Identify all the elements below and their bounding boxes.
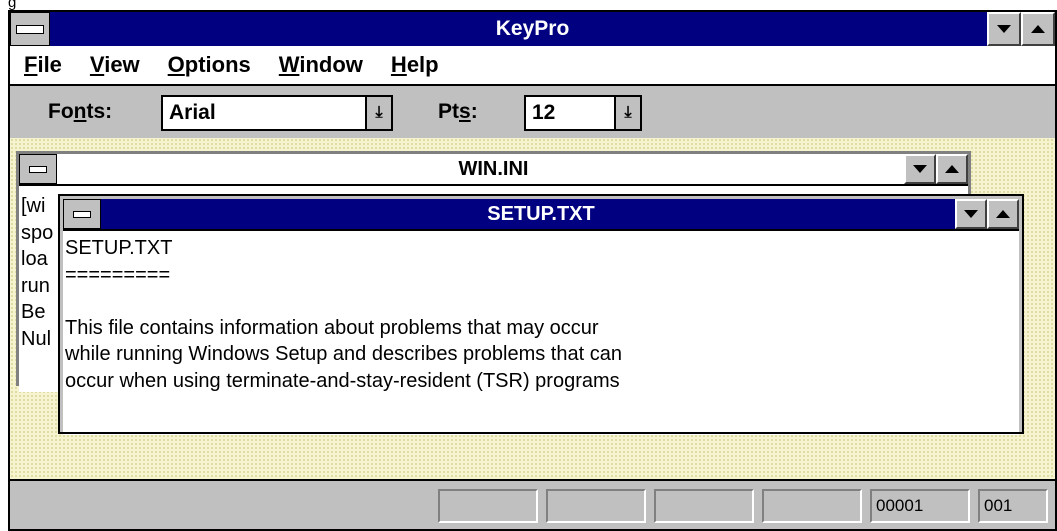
app-title-bar[interactable]: KeyPro xyxy=(10,12,1055,46)
win-ini-minimize-button[interactable] xyxy=(904,154,936,184)
font-select-value: Arial xyxy=(169,101,216,124)
status-cell-3 xyxy=(654,489,754,523)
minimize-button[interactable] xyxy=(987,12,1021,46)
status-column-number: 001 xyxy=(978,489,1048,523)
setup-txt-text-area[interactable]: SETUP.TXT ========= This file contains i… xyxy=(63,229,1019,435)
font-dropdown-button[interactable]: ⤓ xyxy=(365,97,391,129)
pts-select[interactable]: 12 ⤓ xyxy=(524,95,642,131)
menu-file[interactable]: File xyxy=(24,52,62,78)
pts-label: Pts: xyxy=(438,100,478,123)
pts-dropdown-button[interactable]: ⤓ xyxy=(614,97,640,129)
setup-txt-window[interactable]: SETUP.TXT SETUP.TXT ========= This file … xyxy=(58,194,1024,435)
app-window: KeyPro File View Options Window Help Fon… xyxy=(8,10,1057,531)
setup-txt-title-bar[interactable]: SETUP.TXT xyxy=(63,199,1019,229)
minimize-icon xyxy=(964,210,978,218)
maximize-icon xyxy=(1031,25,1045,33)
status-cell-1 xyxy=(438,489,538,523)
menu-window[interactable]: Window xyxy=(279,52,363,78)
system-menu-icon[interactable] xyxy=(10,12,50,46)
maximize-icon xyxy=(945,165,959,173)
pts-select-value: 12 xyxy=(532,101,556,124)
font-select[interactable]: Arial ⤓ xyxy=(161,95,393,131)
menu-bar: File View Options Window Help xyxy=(10,46,1055,86)
doc-system-menu-icon[interactable] xyxy=(63,199,101,229)
status-bar: 00001 001 xyxy=(10,479,1055,529)
win-ini-maximize-button[interactable] xyxy=(936,154,968,184)
setup-txt-maximize-button[interactable] xyxy=(987,199,1019,229)
minimize-icon xyxy=(997,25,1011,33)
win-ini-title: WIN.INI xyxy=(458,157,529,180)
setup-txt-minimize-button[interactable] xyxy=(955,199,987,229)
minimize-icon xyxy=(913,165,927,173)
win-ini-title-bar[interactable]: WIN.INI xyxy=(19,154,968,184)
maximize-icon xyxy=(996,210,1010,218)
dropdown-arrow-icon: ⤓ xyxy=(624,104,632,121)
dropdown-arrow-icon: ⤓ xyxy=(375,104,383,121)
menu-help[interactable]: Help xyxy=(391,52,439,78)
maximize-button[interactable] xyxy=(1021,12,1055,46)
fonts-label: Fonts: xyxy=(48,100,113,123)
status-cell-2 xyxy=(546,489,646,523)
doc-system-menu-icon[interactable] xyxy=(19,154,57,184)
menu-options[interactable]: Options xyxy=(168,52,251,78)
setup-txt-title: SETUP.TXT xyxy=(487,202,595,225)
status-line-number: 00001 xyxy=(870,489,970,523)
toolbar: Fonts: Arial ⤓ Pts: 12 ⤓ xyxy=(10,86,1055,140)
app-title: KeyPro xyxy=(495,17,570,40)
status-cell-4 xyxy=(762,489,862,523)
menu-view[interactable]: View xyxy=(90,52,140,78)
mdi-workspace[interactable]: WIN.INI [wi spo loa run Be Nul SETUP.TXT… xyxy=(10,138,1055,479)
